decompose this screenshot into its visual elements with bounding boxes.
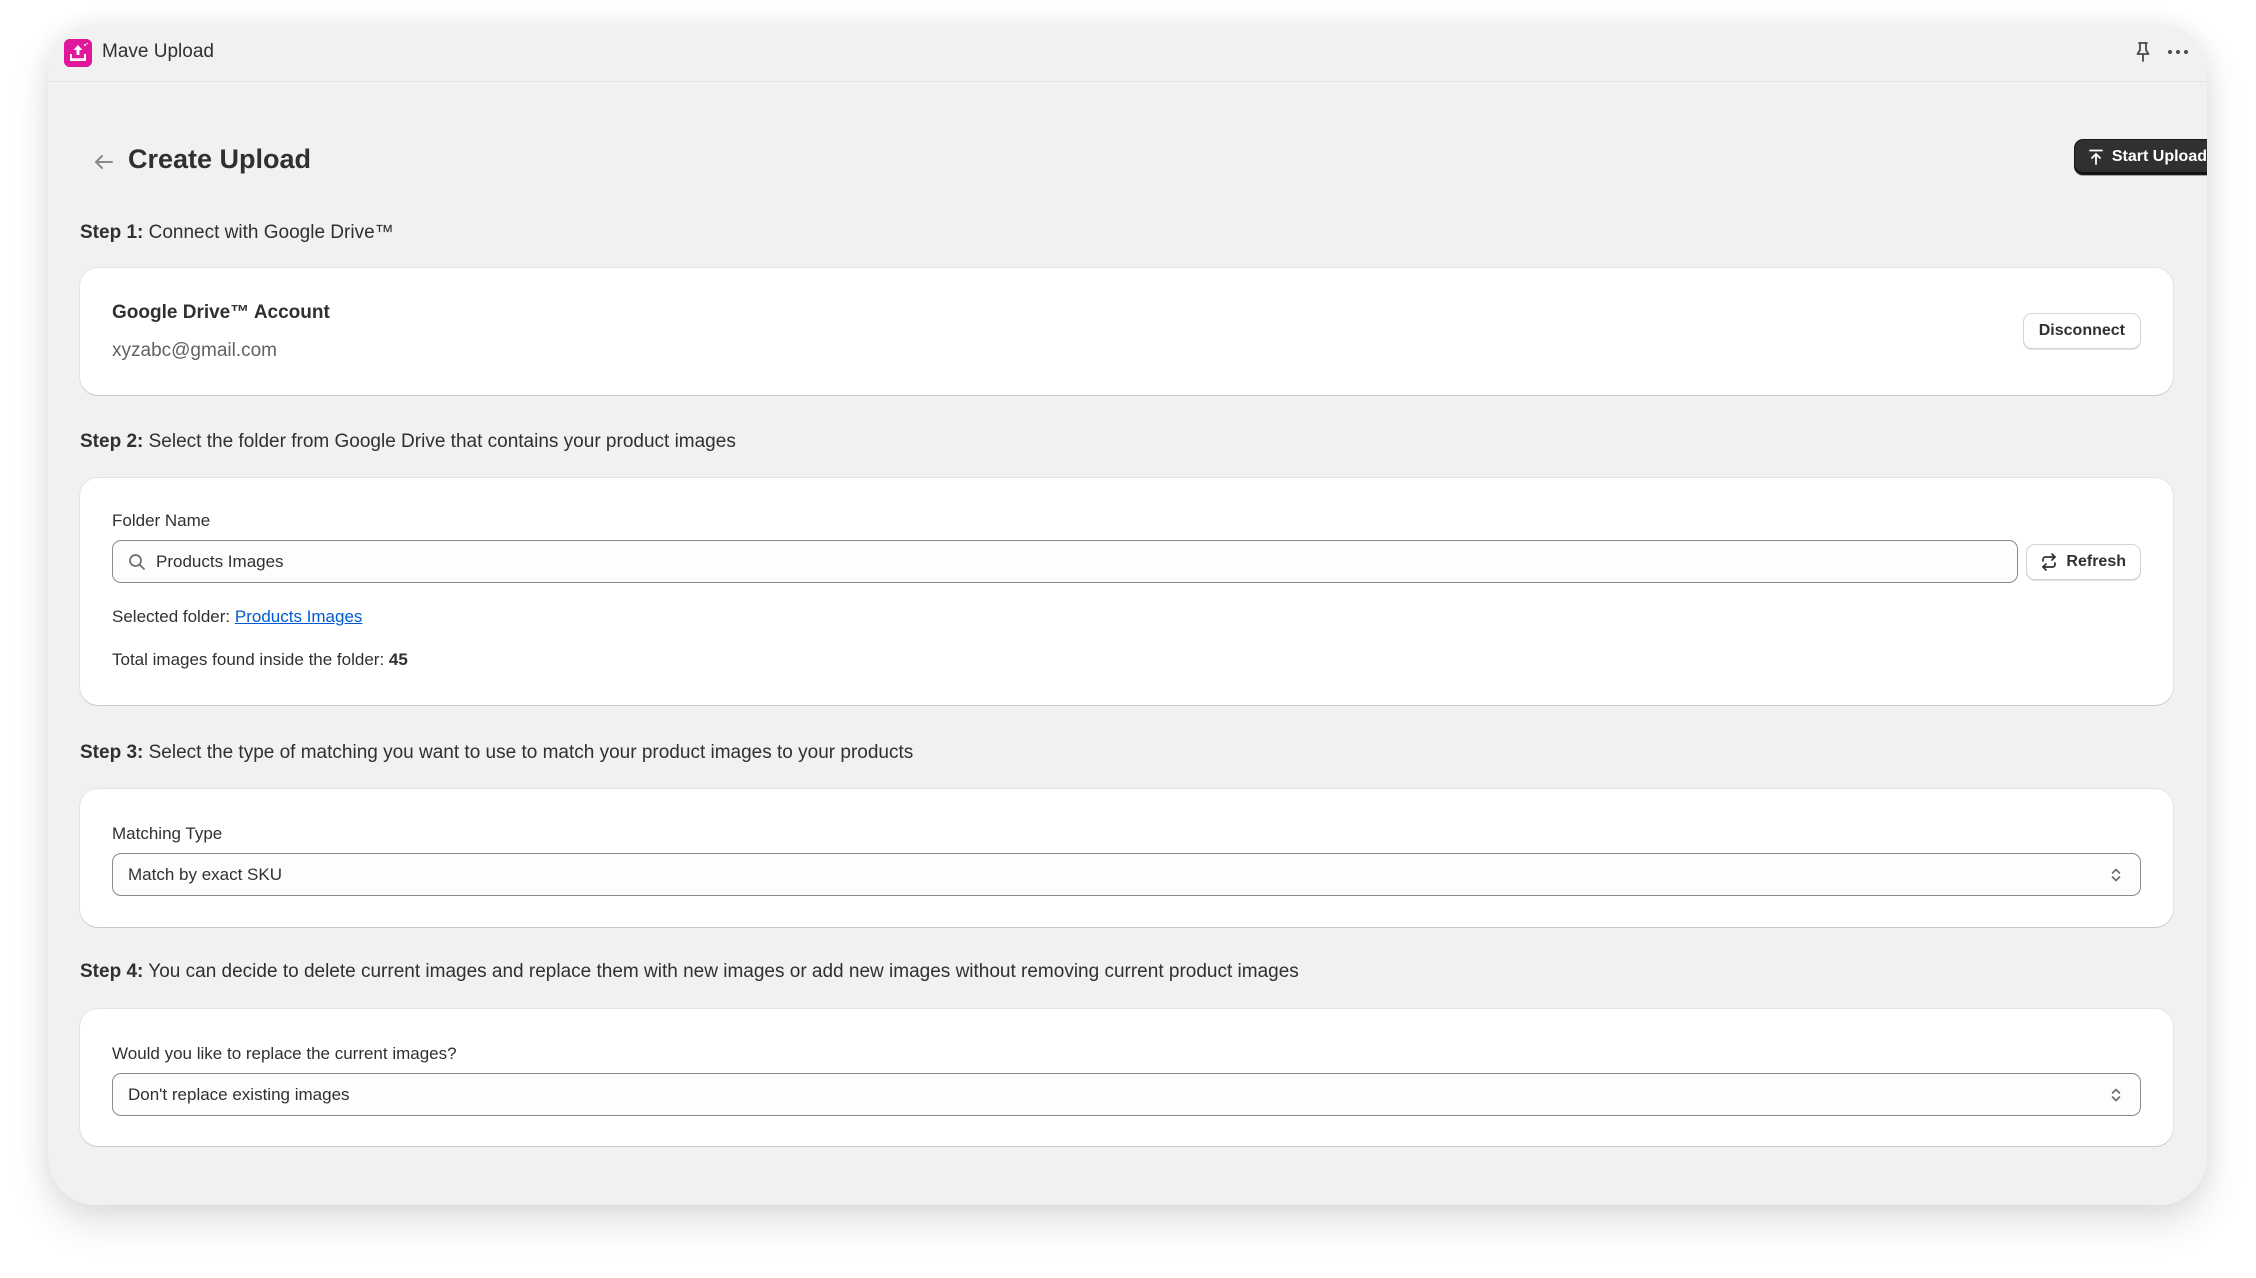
step-1-heading: Step 1: Connect with Google Drive™ bbox=[80, 222, 394, 244]
disconnect-label: Disconnect bbox=[2038, 322, 2125, 339]
pin-icon[interactable] bbox=[2131, 40, 2155, 64]
selected-folder-link[interactable]: Products Images bbox=[235, 607, 363, 626]
step-4-text: You can decide to delete current images … bbox=[143, 961, 1299, 982]
folder-selection-card: Folder Name Products Images Refresh Sele… bbox=[80, 478, 2173, 705]
selected-folder-label: Selected folder: bbox=[112, 607, 235, 626]
disconnect-button[interactable]: Disconnect bbox=[2022, 313, 2141, 349]
arrow-left-icon[interactable] bbox=[90, 148, 118, 176]
step-4-prefix: Step 4: bbox=[80, 961, 144, 982]
google-drive-account-card: Google Drive™ Account xyzabc@gmail.com D… bbox=[80, 268, 2173, 395]
app-window: Mave Upload Create Upload Start Upload S… bbox=[48, 24, 2207, 1205]
selected-folder-line: Selected folder: Products Images bbox=[112, 607, 362, 627]
upload-arrow-icon bbox=[2088, 149, 2103, 165]
matching-type-card: Matching Type Match by exact SKU bbox=[80, 789, 2173, 927]
folder-name-label: Folder Name bbox=[112, 511, 211, 530]
refresh-label: Refresh bbox=[2066, 553, 2126, 570]
account-title: Google Drive™ Account bbox=[112, 302, 330, 323]
replace-images-card: Would you like to replace the current im… bbox=[80, 1009, 2173, 1146]
select-chevron-icon bbox=[2111, 868, 2121, 882]
search-icon bbox=[129, 553, 145, 570]
select-chevron-icon bbox=[2111, 1088, 2121, 1102]
app-title: Mave Upload bbox=[102, 41, 214, 62]
matching-type-value: Match by exact SKU bbox=[128, 864, 283, 884]
matching-type-select[interactable]: Match by exact SKU bbox=[112, 853, 2141, 896]
more-horizontal-icon[interactable] bbox=[2163, 40, 2193, 64]
replace-images-label: Would you like to replace the current im… bbox=[112, 1044, 457, 1063]
page-title: Create Upload bbox=[128, 144, 312, 174]
total-images-count: 45 bbox=[388, 650, 408, 669]
account-email: xyzabc@gmail.com bbox=[112, 340, 277, 361]
step-2-prefix: Step 2: bbox=[80, 431, 144, 452]
upload-tray-icon bbox=[64, 39, 92, 67]
folder-name-value: Products Images bbox=[156, 551, 284, 571]
step-4-heading: Step 4: You can decide to delete current… bbox=[80, 961, 1299, 983]
total-images-line: Total images found inside the folder: 45 bbox=[112, 650, 408, 670]
total-images-label: Total images found inside the folder: bbox=[112, 650, 389, 669]
replace-images-value: Don't replace existing images bbox=[128, 1084, 350, 1104]
matching-type-label: Matching Type bbox=[112, 824, 223, 843]
folder-name-input[interactable]: Products Images bbox=[112, 540, 2018, 583]
refresh-icon bbox=[2042, 553, 2057, 571]
step-2-text: Select the folder from Google Drive that… bbox=[143, 431, 736, 452]
step-2-heading: Step 2: Select the folder from Google Dr… bbox=[80, 431, 736, 453]
step-3-prefix: Step 3: bbox=[80, 742, 144, 763]
step-1-text: Connect with Google Drive™ bbox=[143, 222, 394, 243]
start-upload-label: Start Upload bbox=[2111, 148, 2207, 165]
step-1-prefix: Step 1: bbox=[80, 222, 144, 243]
app-header: Mave Upload bbox=[48, 24, 2207, 82]
step-3-heading: Step 3: Select the type of matching you … bbox=[80, 742, 913, 764]
step-3-text: Select the type of matching you want to … bbox=[143, 742, 914, 763]
page-content: Create Upload Start Upload Step 1: Conne… bbox=[80, 82, 2207, 1182]
replace-images-select[interactable]: Don't replace existing images bbox=[112, 1073, 2141, 1116]
refresh-button[interactable]: Refresh bbox=[2026, 544, 2141, 580]
start-upload-button[interactable]: Start Upload bbox=[2073, 139, 2207, 175]
